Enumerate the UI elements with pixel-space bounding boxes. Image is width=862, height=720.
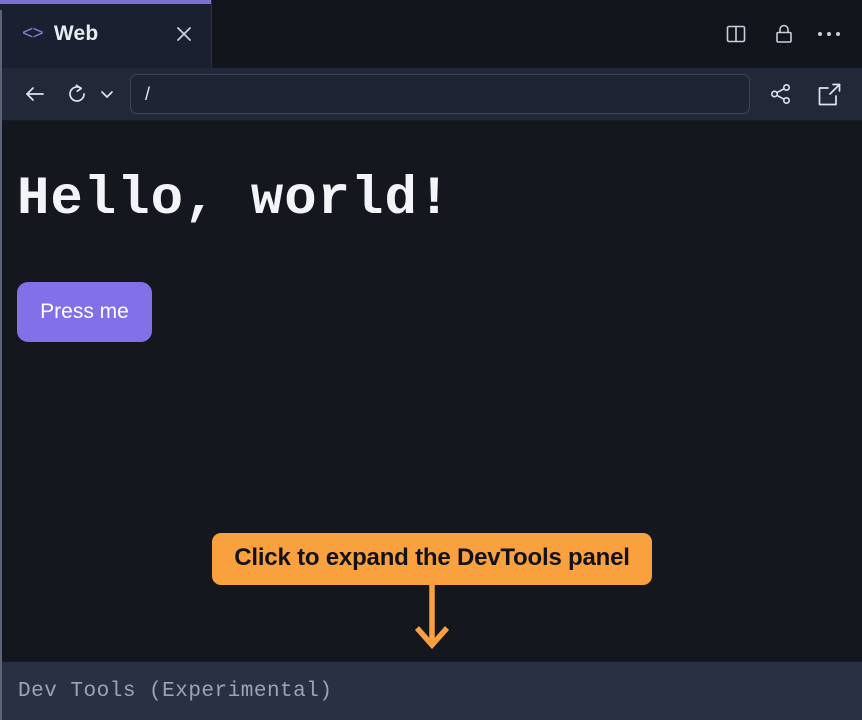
more-options-icon[interactable] xyxy=(817,20,840,48)
devtools-callout: Click to expand the DevTools panel xyxy=(2,533,862,657)
browser-window: <> Web / Hello, world! Press me Click to… xyxy=(0,0,862,720)
arrow-down-icon xyxy=(404,585,460,657)
lock-icon[interactable] xyxy=(770,20,798,48)
navigation-bar: / xyxy=(0,68,862,121)
share-icon[interactable] xyxy=(764,77,798,111)
address-bar[interactable]: / xyxy=(130,74,750,114)
reload-icon[interactable] xyxy=(60,77,94,111)
close-icon[interactable] xyxy=(171,21,197,47)
window-actions xyxy=(722,0,862,68)
back-arrow-icon[interactable] xyxy=(18,77,52,111)
page-heading: Hello, world! xyxy=(17,169,452,230)
tab-title: Web xyxy=(53,22,99,45)
devtools-panel-bar[interactable]: Dev Tools (Experimental) xyxy=(0,661,862,720)
open-external-icon[interactable] xyxy=(812,77,846,111)
split-panel-icon[interactable] xyxy=(722,20,750,48)
nav-right-actions xyxy=(764,77,846,111)
tab-web[interactable]: <> Web xyxy=(0,0,212,68)
address-input-value: / xyxy=(145,83,151,104)
tab-strip: <> Web xyxy=(0,0,862,68)
devtools-label: Dev Tools (Experimental) xyxy=(18,679,333,703)
page-content: Hello, world! Press me Click to expand t… xyxy=(0,121,862,661)
tab-strip-spacer xyxy=(212,0,722,68)
rendered-page: Hello, world! Press me Click to expand t… xyxy=(2,121,862,661)
callout-text: Click to expand the DevTools panel xyxy=(212,533,652,585)
chevron-down-icon[interactable] xyxy=(94,77,120,111)
code-brackets-icon: <> xyxy=(22,22,44,45)
press-me-button[interactable]: Press me xyxy=(17,282,152,342)
